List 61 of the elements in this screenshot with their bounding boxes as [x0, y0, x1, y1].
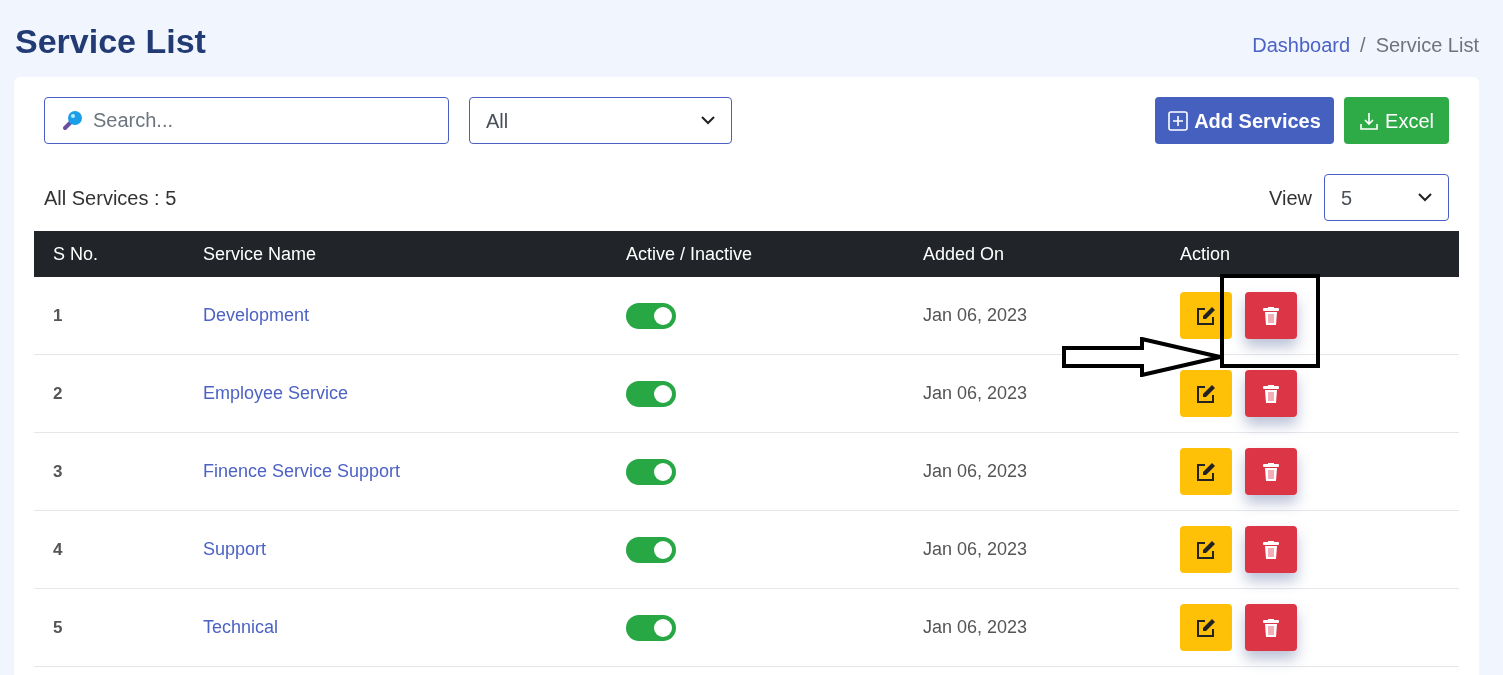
trash-icon [1263, 618, 1279, 637]
search-field[interactable]: Search... [44, 97, 449, 144]
table-cell: Jan 06, 2023 [923, 539, 1028, 559]
edit-icon [1196, 539, 1216, 560]
trash-icon [1263, 540, 1279, 559]
breadcrumb-current: Service List [1375, 33, 1479, 58]
table-cell: 1 [53, 305, 63, 325]
delete-button[interactable] [1245, 526, 1297, 573]
table-cell: 4 [53, 539, 63, 559]
column-header: Active / Inactive [626, 243, 753, 264]
column-header: Action [1180, 243, 1231, 264]
filter-dropdown[interactable]: All [469, 97, 732, 144]
toggle-switch[interactable] [626, 302, 676, 329]
delete-button[interactable] [1245, 370, 1297, 417]
column-header: S No. [53, 243, 99, 264]
chevron-down-icon [701, 116, 715, 125]
delete-button[interactable] [1245, 292, 1297, 339]
service-name-link[interactable]: Employee Service [203, 383, 349, 403]
service-name-link[interactable]: Development [203, 305, 310, 325]
breadcrumb-link[interactable]: Dashboard [1252, 30, 1351, 60]
table-cell: 2 [53, 383, 63, 403]
add-services-button[interactable]: Add Services [1155, 97, 1334, 144]
toggle-switch[interactable] [626, 458, 676, 485]
column-header: Service Name [203, 243, 317, 264]
edit-icon [1196, 305, 1216, 326]
table-cell: Jan 06, 2023 [923, 461, 1028, 481]
toggle-switch[interactable] [626, 380, 676, 407]
chevron-down-icon [1418, 193, 1432, 202]
download-icon [1359, 110, 1380, 131]
service-name-link[interactable]: Finence Service Support [203, 461, 401, 481]
view-label: View [1269, 185, 1312, 211]
toggle-switch[interactable] [626, 614, 676, 641]
view-dropdown[interactable]: 5 [1324, 174, 1449, 221]
excel-button[interactable]: Excel [1344, 97, 1449, 144]
table-cell: Jan 06, 2023 [923, 383, 1028, 403]
table-cell: 5 [53, 617, 63, 637]
table-cell: Jan 06, 2023 [923, 305, 1028, 325]
trash-icon [1263, 384, 1279, 403]
column-header: Added On [923, 243, 1005, 264]
edit-icon [1196, 461, 1216, 482]
edit-icon [1196, 617, 1216, 638]
magnifier-icon [62, 109, 84, 131]
edit-icon [1196, 383, 1216, 404]
edit-button[interactable] [1180, 292, 1232, 339]
service-name-link[interactable]: Technical [203, 617, 279, 637]
service-name-link[interactable]: Support [203, 539, 267, 559]
breadcrumb-separator: / [1360, 33, 1366, 58]
edit-button[interactable] [1180, 604, 1232, 651]
toggle-switch[interactable] [626, 536, 676, 563]
table-cell: Jan 06, 2023 [923, 617, 1028, 637]
trash-icon [1263, 462, 1279, 481]
edit-button[interactable] [1180, 370, 1232, 417]
trash-icon [1263, 306, 1279, 325]
page-title: Service List [15, 21, 206, 62]
table-cell: 3 [53, 461, 63, 481]
plus-square-icon [1168, 110, 1189, 131]
delete-button[interactable] [1245, 604, 1297, 651]
delete-button[interactable] [1245, 448, 1297, 495]
edit-button[interactable] [1180, 448, 1232, 495]
services-count: All Services : 5 [44, 185, 177, 211]
edit-button[interactable] [1180, 526, 1232, 573]
